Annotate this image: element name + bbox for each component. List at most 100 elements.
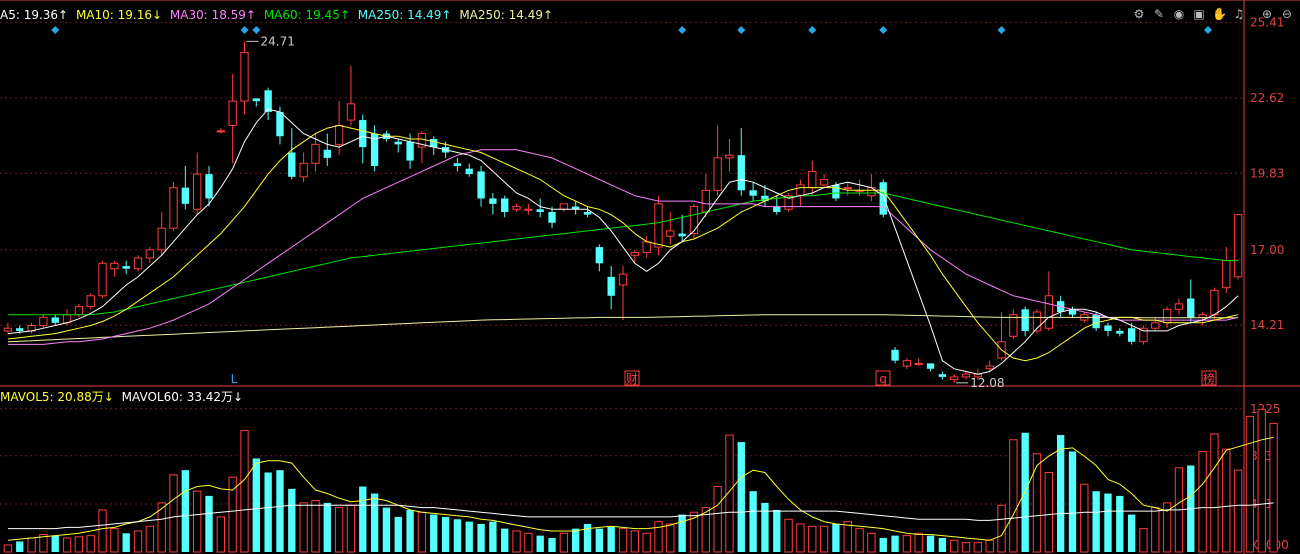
candle-body <box>1210 289 1219 316</box>
volume-bar <box>276 470 284 552</box>
candle-body <box>110 262 119 270</box>
volume-bar <box>205 495 213 552</box>
volume-bar <box>1233 469 1243 553</box>
zoom-controls: ⊕ ⊖ <box>1260 7 1294 21</box>
volume-bar <box>465 521 473 552</box>
bell-icon[interactable]: ♫ <box>1232 7 1246 21</box>
candle-body <box>713 157 722 191</box>
volume-bar <box>761 502 769 552</box>
volume-bar <box>572 528 580 552</box>
candle-body <box>394 141 402 145</box>
volume-bar <box>773 509 781 552</box>
volume-bar <box>453 519 462 552</box>
candle-body <box>1174 303 1184 310</box>
volume-bar <box>1044 471 1053 553</box>
volume-bar <box>16 541 24 552</box>
vol-unit-label: X1000 <box>1250 538 1289 552</box>
candle-body <box>678 233 686 237</box>
briefcase-icon[interactable]: ▣ <box>1192 7 1206 21</box>
volume-bar <box>240 429 249 553</box>
volume-bar <box>524 532 533 553</box>
volume-bar <box>642 532 651 553</box>
volume-bar <box>430 514 438 552</box>
candle-body <box>701 189 710 213</box>
volume-bar <box>1151 507 1160 553</box>
volume-bar <box>808 525 817 553</box>
volume-bar <box>1245 415 1255 553</box>
stock-chart[interactable]: 25.4122.6219.8317.0014.211225823411X1000… <box>0 0 1300 554</box>
candle-body <box>122 266 130 269</box>
ma-legend: A5: 19.36↑ MA10: 19.16↓ MA30: 18.59↑ MA6… <box>0 7 557 23</box>
volume-bar <box>595 528 604 552</box>
candle-body <box>512 206 521 210</box>
mark-cai: 财 <box>626 372 638 386</box>
volume-bar <box>737 442 745 552</box>
zoom-out-icon[interactable]: ⊖ <box>1280 7 1294 21</box>
candle-body <box>914 362 923 365</box>
candle-body <box>548 211 556 223</box>
candle-body <box>252 98 260 102</box>
volume-bar <box>950 539 959 553</box>
volume-bar <box>394 516 402 552</box>
price-tick-label: 22.62 <box>1250 91 1284 105</box>
volume-bar <box>1139 528 1148 553</box>
candle-body <box>796 184 805 197</box>
volume-bar <box>1021 432 1029 552</box>
candle-body <box>216 130 225 133</box>
candle-body <box>334 124 344 145</box>
candle-body <box>1009 314 1018 337</box>
candle-body <box>406 141 414 161</box>
eye-icon[interactable]: ◉ <box>1172 7 1186 21</box>
hand-icon[interactable]: ✋ <box>1212 7 1227 21</box>
volume-bar <box>607 526 615 552</box>
gear-icon[interactable]: ⚙ <box>1132 7 1146 21</box>
candle-body <box>1233 214 1243 278</box>
candle-body <box>74 306 84 316</box>
volume-bar <box>382 507 391 552</box>
chart-toolbar: ⚙ ✎ ◉ ▣ ✋ ♫ <box>1132 7 1246 21</box>
candle-body <box>264 90 272 112</box>
volume-bar <box>678 514 686 552</box>
candle-body <box>359 120 367 148</box>
candle-body <box>193 173 202 210</box>
candle-body <box>228 100 237 126</box>
volume-bar <box>902 535 912 553</box>
candle-body <box>1151 322 1160 329</box>
candlestick-chart-svg[interactable]: 25.4122.6219.8317.0014.211225823411X1000… <box>0 0 1300 554</box>
volume-bar <box>548 537 556 552</box>
volume-bar <box>796 523 805 553</box>
ma30-label: MA30: 18.59↑ <box>169 8 256 22</box>
volume-bar <box>1092 491 1100 552</box>
volume-bar <box>891 535 899 552</box>
candle-body <box>630 252 639 256</box>
ma5-line <box>7 108 1239 375</box>
volume-bar <box>299 502 308 553</box>
candle-body <box>891 349 899 361</box>
volume-bar <box>1127 514 1136 552</box>
candle-body <box>843 187 852 190</box>
volume-bar <box>666 523 675 553</box>
brush-icon[interactable]: ✎ <box>1152 7 1166 21</box>
volume-bar <box>985 539 994 553</box>
volume-bar <box>288 488 296 552</box>
volume-bar <box>27 537 36 553</box>
volume-bar <box>406 509 414 552</box>
candle-body <box>666 230 675 237</box>
candle-body <box>536 209 544 212</box>
candle-body <box>86 295 95 308</box>
event-diamond <box>879 26 888 34</box>
volume-bar <box>1210 433 1219 553</box>
volume-bar <box>346 504 356 553</box>
candle-body <box>276 111 284 137</box>
candle-body <box>501 198 509 212</box>
zoom-in-icon[interactable]: ⊕ <box>1260 7 1274 21</box>
candle-body <box>51 317 59 323</box>
candle-body <box>737 155 745 191</box>
candle-body <box>985 365 994 370</box>
candle-body <box>583 211 592 215</box>
volume-bar <box>74 536 84 553</box>
volume-bar <box>1269 422 1278 553</box>
price-tick-label: 14.21 <box>1250 318 1284 332</box>
volume-bar <box>133 530 143 553</box>
candle-body <box>489 198 497 204</box>
